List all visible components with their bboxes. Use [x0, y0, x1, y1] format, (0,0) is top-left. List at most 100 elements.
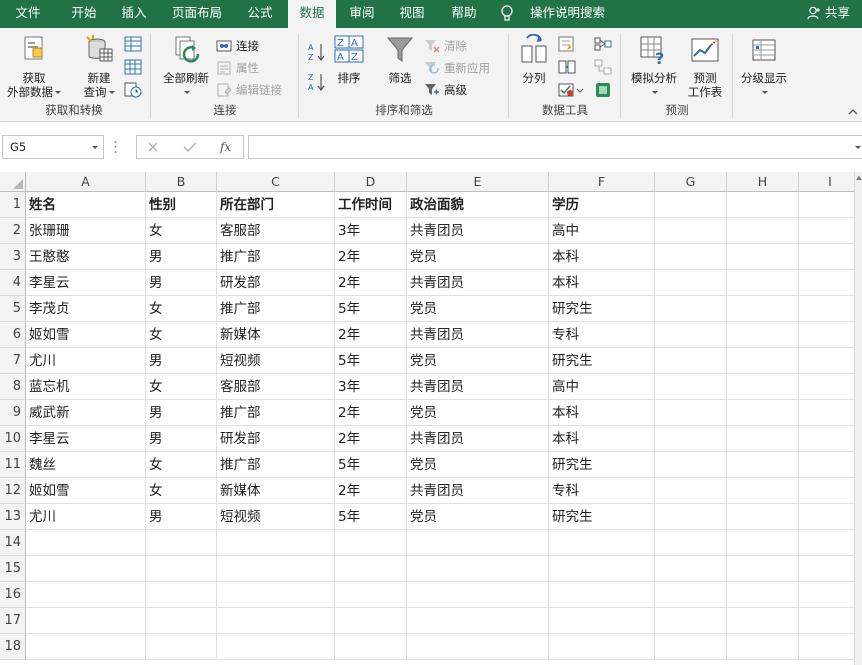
filter-button[interactable]: 筛选 [380, 34, 420, 85]
outline-button[interactable]: 分级显示 [736, 34, 792, 99]
vertical-scrollbar[interactable] [854, 172, 862, 665]
cell[interactable] [26, 530, 146, 556]
cell[interactable] [655, 608, 727, 634]
advanced-button[interactable]: 高级 [424, 80, 504, 100]
cell[interactable]: 男 [146, 400, 217, 426]
data-validation-icon[interactable] [558, 82, 584, 98]
data-model-icon[interactable] [594, 82, 612, 98]
cell[interactable]: 男 [146, 504, 217, 530]
edit-links-button[interactable]: 编辑链接 [216, 80, 298, 100]
row-header[interactable]: 8 [0, 374, 26, 400]
cell[interactable]: 推广部 [217, 452, 335, 478]
column-header[interactable]: E [407, 172, 549, 192]
cell[interactable]: 威武新 [26, 400, 146, 426]
cell[interactable] [799, 400, 862, 426]
cell[interactable]: 研究生 [549, 452, 655, 478]
cell[interactable] [727, 400, 799, 426]
cell[interactable] [146, 556, 217, 582]
cell[interactable]: 5年 [335, 348, 407, 374]
header-cell[interactable]: 学历 [549, 192, 655, 218]
tab-review[interactable]: 审阅 [340, 0, 384, 28]
cell[interactable] [727, 582, 799, 608]
cell[interactable]: 女 [146, 478, 217, 504]
remove-duplicates-icon[interactable] [558, 59, 576, 75]
row-header[interactable]: 9 [0, 400, 26, 426]
cell[interactable] [655, 582, 727, 608]
cell[interactable] [727, 296, 799, 322]
cell[interactable] [799, 218, 862, 244]
cell[interactable]: 张珊珊 [26, 218, 146, 244]
cell[interactable]: 姬如雪 [26, 322, 146, 348]
column-header[interactable]: A [26, 172, 146, 192]
cell[interactable] [799, 608, 862, 634]
cell[interactable]: 研发部 [217, 270, 335, 296]
tab-view[interactable]: 视图 [390, 0, 434, 28]
cell[interactable]: 本科 [549, 400, 655, 426]
cell[interactable]: 男 [146, 270, 217, 296]
column-header[interactable]: H [727, 172, 799, 192]
cell[interactable] [146, 530, 217, 556]
column-header[interactable]: I [799, 172, 862, 192]
cell[interactable] [799, 504, 862, 530]
cell[interactable] [655, 296, 727, 322]
row-header[interactable]: 2 [0, 218, 26, 244]
row-header[interactable]: 10 [0, 426, 26, 452]
cell[interactable]: 蓝忘机 [26, 374, 146, 400]
share-button[interactable]: 共享 [807, 0, 850, 28]
cell[interactable]: 2年 [335, 322, 407, 348]
cell[interactable] [799, 426, 862, 452]
consolidate-icon[interactable] [594, 36, 612, 52]
cell[interactable]: 李星云 [26, 270, 146, 296]
cell[interactable] [799, 270, 862, 296]
cell[interactable] [407, 556, 549, 582]
cell[interactable] [146, 634, 217, 660]
cell[interactable] [549, 556, 655, 582]
header-cell[interactable]: 所在部门 [217, 192, 335, 218]
cell[interactable] [727, 634, 799, 660]
row-header[interactable]: 3 [0, 244, 26, 270]
cell[interactable] [26, 582, 146, 608]
cell[interactable] [655, 426, 727, 452]
cell[interactable]: 共青团员 [407, 426, 549, 452]
cell[interactable] [655, 348, 727, 374]
row-header[interactable]: 15 [0, 556, 26, 582]
cell[interactable]: 本科 [549, 244, 655, 270]
row-header[interactable]: 16 [0, 582, 26, 608]
cell[interactable] [407, 582, 549, 608]
insert-function-icon[interactable]: fx [219, 140, 235, 154]
cell[interactable]: 研究生 [549, 504, 655, 530]
cell[interactable]: 专科 [549, 322, 655, 348]
cell[interactable] [799, 296, 862, 322]
cell[interactable]: 党员 [407, 452, 549, 478]
clear-button[interactable]: 清除 [424, 36, 504, 56]
cell[interactable] [335, 608, 407, 634]
forecast-sheet-button[interactable]: 预测 工作表 [684, 34, 726, 99]
cell[interactable]: 研究生 [549, 348, 655, 374]
cell[interactable] [335, 582, 407, 608]
cell[interactable]: 5年 [335, 504, 407, 530]
sort-button[interactable]: Z A A Z 排序 [332, 34, 366, 85]
tab-formulas[interactable]: 公式 [238, 0, 282, 28]
relationships-icon[interactable] [594, 59, 612, 75]
cell[interactable] [727, 608, 799, 634]
cell[interactable] [407, 608, 549, 634]
cell[interactable]: 女 [146, 322, 217, 348]
column-header[interactable]: D [335, 172, 407, 192]
cell[interactable]: 共青团员 [407, 374, 549, 400]
cell[interactable]: 女 [146, 296, 217, 322]
collapse-ribbon-icon[interactable] [848, 107, 858, 117]
cell[interactable] [335, 634, 407, 660]
cell[interactable]: 女 [146, 374, 217, 400]
cell[interactable] [407, 634, 549, 660]
cell[interactable] [655, 270, 727, 296]
cell[interactable] [655, 504, 727, 530]
recent-sources-icon[interactable] [124, 82, 142, 98]
name-box[interactable]: G5 [2, 135, 104, 159]
flash-fill-icon[interactable] [558, 36, 576, 52]
cell[interactable]: 李茂贞 [26, 296, 146, 322]
row-header[interactable]: 11 [0, 452, 26, 478]
cell[interactable] [727, 426, 799, 452]
cell[interactable]: 共青团员 [407, 218, 549, 244]
cell[interactable]: 党员 [407, 296, 549, 322]
row-header[interactable]: 4 [0, 270, 26, 296]
